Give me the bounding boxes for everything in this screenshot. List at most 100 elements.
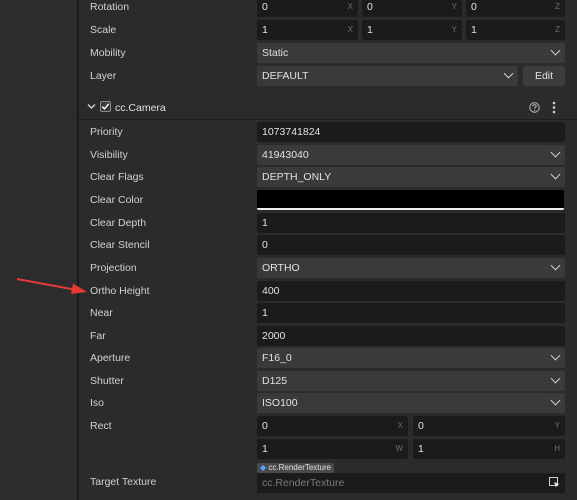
projection-label: Projection [90,262,137,274]
mobility-select[interactable]: Static [257,43,565,63]
near-input[interactable]: 1 [257,303,565,323]
shutter-value: D125 [262,375,288,387]
rect-row: Rect 0 X 0 Y [79,416,577,438]
aperture-label: Aperture [90,352,131,364]
near-row: Near 1 [79,303,577,325]
rect-h-input[interactable]: 1 H [413,439,565,459]
axis-y-label: Y [451,2,457,11]
annotation-arrow-icon [16,278,87,294]
iso-value: ISO100 [262,397,298,409]
visibility-label: Visibility [90,149,128,161]
far-input[interactable]: 2000 [257,326,565,346]
layer-value: DEFAULT [262,70,309,82]
rect-size-row: 1 W 1 H [79,439,577,461]
rect-h-value: 1 [418,443,424,455]
chevron-down-icon [550,395,561,406]
scale-label: Scale [90,24,117,36]
visibility-select[interactable]: 41943040 [257,145,565,165]
mobility-label: Mobility [90,47,126,59]
enabled-checkbox-icon[interactable] [100,101,111,112]
shutter-select[interactable]: D125 [257,371,565,391]
clear-depth-value: 1 [262,217,268,229]
rotation-x-value: 0 [262,1,268,13]
rect-y-input[interactable]: 0 Y [413,416,565,436]
rotation-x-input[interactable]: 0 X [257,0,358,17]
layer-row: Layer DEFAULT Edit [79,66,577,88]
rotation-z-value: 0 [471,1,477,13]
clear-stencil-label: Clear Stencil [90,239,150,251]
clear-depth-label: Clear Depth [90,217,147,229]
far-row: Far 2000 [79,326,577,348]
priority-input[interactable]: 1073741824 [257,122,565,142]
clear-flags-label: Clear Flags [90,171,144,183]
clear-color-label: Clear Color [90,194,144,206]
asset-picker-icon[interactable] [549,477,560,488]
aperture-select[interactable]: F16_0 [257,348,565,368]
iso-select[interactable]: ISO100 [257,393,565,413]
chevron-down-icon [503,68,514,79]
axis-h-label: H [554,444,560,453]
rect-w-input[interactable]: 1 W [257,439,408,459]
axis-z-label: Z [555,2,560,11]
far-value: 2000 [262,330,286,342]
scale-row: Scale 1 X 1 Y 1 Z [79,20,577,42]
axis-x-label: X [397,421,403,430]
rotation-y-input[interactable]: 0 Y [362,0,462,17]
header-divider [79,119,577,120]
aperture-value: F16_0 [262,352,292,364]
rect-y-value: 0 [418,420,424,432]
ortho-height-row: Ortho Height 400 [79,281,577,303]
asset-type-label: cc.RenderTexture [268,463,332,472]
target-texture-field[interactable]: cc.RenderTexture [257,473,565,493]
camera-component-header[interactable]: cc.Camera [79,96,577,119]
ortho-height-value: 400 [262,285,280,297]
layer-select[interactable]: DEFAULT [257,66,518,86]
rotation-z-input[interactable]: 0 Z [466,0,565,17]
axis-y-label: Y [451,25,457,34]
mobility-value: Static [262,47,289,59]
camera-component-title: cc.Camera [115,102,166,114]
ortho-height-label: Ortho Height [90,285,150,297]
scale-y-value: 1 [367,24,373,36]
asset-type-tag: ◆ cc.RenderTexture [257,463,335,473]
iso-label: Iso [90,397,105,409]
left-pane [0,0,77,500]
clear-stencil-input[interactable]: 0 [257,235,565,255]
clear-color-swatch[interactable] [257,190,564,210]
clear-flags-select[interactable]: DEPTH_ONLY [257,167,565,187]
axis-w-label: W [395,444,403,453]
rotation-y-value: 0 [367,1,373,13]
iso-row: Iso ISO100 [79,393,577,415]
chevron-down-icon [550,373,561,384]
scale-x-input[interactable]: 1 X [257,20,358,40]
rect-label: Rect [90,420,112,432]
clear-stencil-value: 0 [262,239,268,251]
layer-edit-button[interactable]: Edit [523,66,565,86]
clear-stencil-row: Clear Stencil 0 [79,235,577,257]
rect-x-value: 0 [262,420,268,432]
ortho-height-input[interactable]: 400 [257,281,565,301]
chevron-down-icon [550,147,561,158]
projection-select[interactable]: ORTHO [257,258,565,278]
scale-y-input[interactable]: 1 Y [362,20,462,40]
clear-depth-row: Clear Depth 1 [79,213,577,235]
clear-depth-input[interactable]: 1 [257,213,565,233]
axis-x-label: X [347,2,353,11]
near-label: Near [90,307,113,319]
chevron-down-icon [550,260,561,271]
layer-label: Layer [90,70,117,82]
collapse-arrow-icon[interactable] [87,103,96,110]
scale-z-input[interactable]: 1 Z [466,20,565,40]
asset-type-icon: ◆ [260,463,267,472]
chevron-down-icon [550,45,561,56]
visibility-value: 41943040 [262,149,309,161]
rect-x-input[interactable]: 0 X [257,416,408,436]
priority-value: 1073741824 [262,126,321,138]
rotation-label: Rotation [90,1,130,13]
projection-row: Projection ORTHO [79,258,577,280]
help-icon[interactable] [529,102,540,113]
inspector-panel: Rotation 0 X 0 Y 0 Z Scale 1 X 1 Y 1 Z M [79,0,577,500]
more-options-icon[interactable] [552,101,556,114]
visibility-row: Visibility 41943040 [79,145,577,167]
clear-color-row: Clear Color [79,190,577,212]
